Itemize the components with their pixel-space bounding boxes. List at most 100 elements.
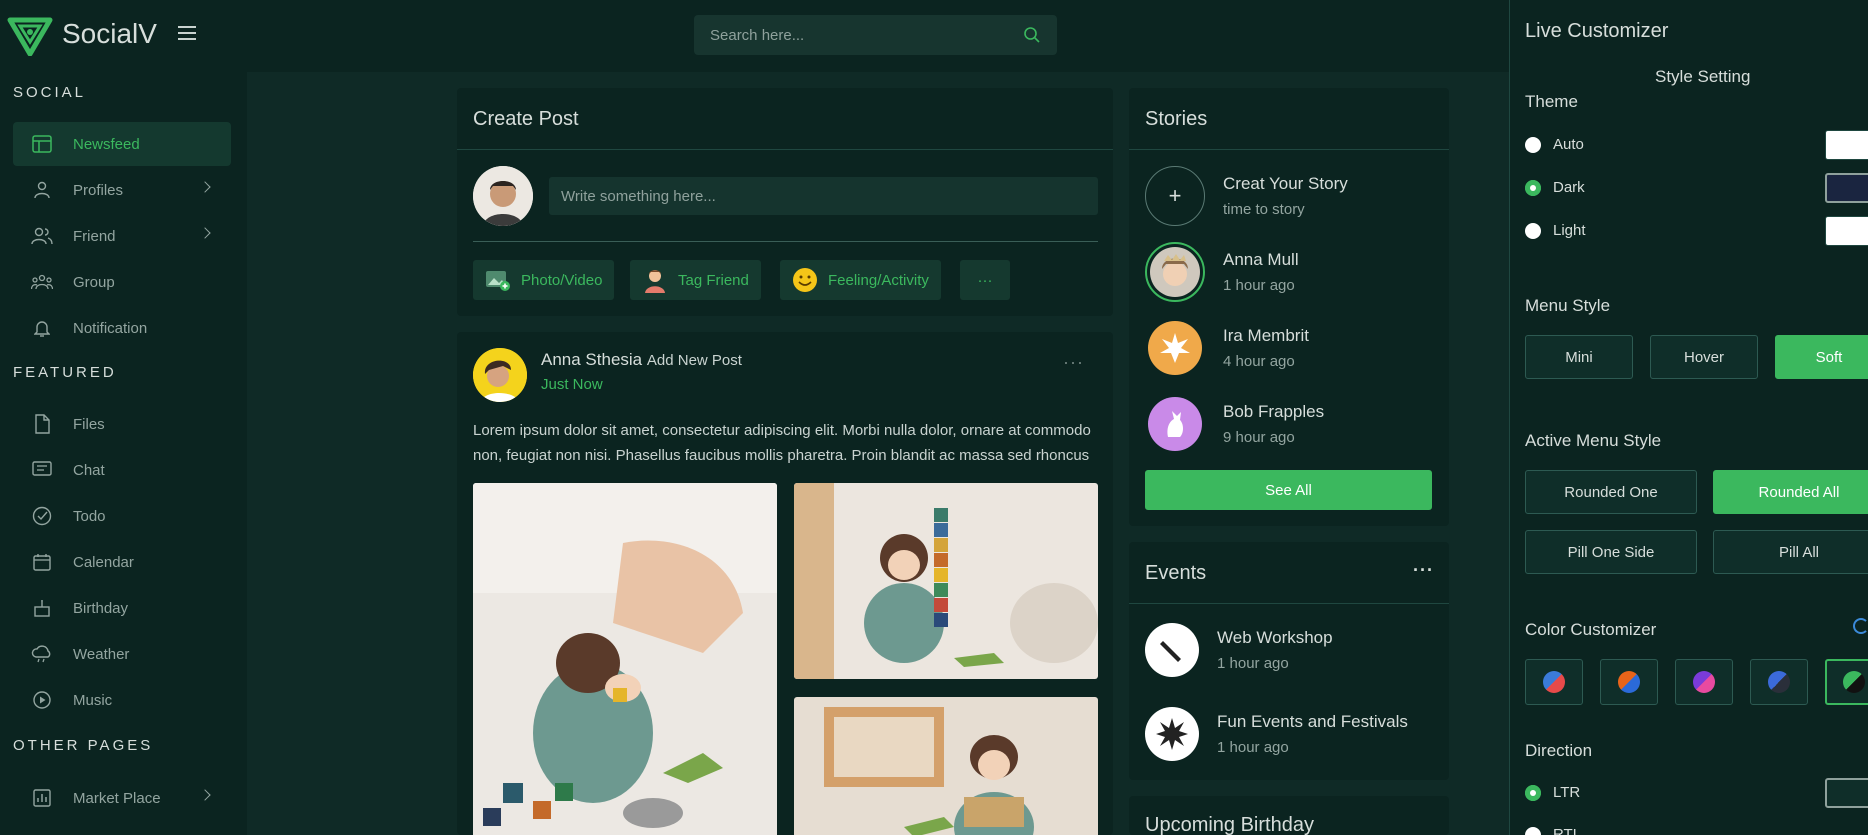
more-actions-button[interactable]: ··· — [960, 260, 1010, 300]
post-photo-3[interactable] — [794, 697, 1098, 835]
rounded-one-button[interactable]: Rounded One — [1525, 470, 1697, 514]
sidebar-item-music[interactable]: Music — [13, 678, 231, 722]
avatar-man-icon — [473, 166, 533, 226]
user-avatar[interactable] — [473, 166, 533, 226]
sidebar-section-social: SOCIAL — [13, 84, 87, 101]
color-swatch-4[interactable] — [1750, 659, 1808, 705]
story-name: Ira Membrit — [1223, 326, 1309, 345]
sidebar-item-friend[interactable]: Friend — [13, 214, 231, 258]
rounded-all-button[interactable]: Rounded All — [1713, 470, 1868, 514]
sidebar-section-other-pages: OTHER PAGES — [13, 737, 154, 754]
event-sub: 1 hour ago — [1217, 739, 1289, 756]
sidebar-item-newsfeed[interactable]: Newsfeed — [13, 122, 231, 166]
search-input[interactable] — [710, 26, 1023, 44]
radio-icon[interactable] — [1525, 222, 1541, 239]
story-sub: time to story — [1223, 201, 1305, 218]
divider — [457, 149, 1113, 150]
direction-option-ltr[interactable]: LTR — [1525, 784, 1580, 801]
socialv-logo-icon — [7, 17, 53, 56]
sidebar-item-weather[interactable]: Weather — [13, 632, 231, 676]
direction-option-rtl[interactable]: RTL — [1525, 826, 1581, 835]
color-swatch-3[interactable] — [1675, 659, 1733, 705]
story-sub: 1 hour ago — [1223, 277, 1295, 294]
birthday-card: Upcoming Birthday — [1129, 796, 1449, 835]
events-card: Events ··· Web Workshop 1 hour ago Fun E… — [1129, 542, 1449, 780]
see-all-button[interactable]: See All — [1145, 470, 1432, 510]
post-input[interactable] — [561, 187, 1086, 205]
story-anna-mull[interactable]: Anna Mull 1 hour ago — [1145, 242, 1299, 302]
swatch-dot — [1768, 671, 1790, 693]
story-create[interactable]: + Creat Your Story time to story — [1145, 166, 1348, 226]
sidebar-item-market-place[interactable]: Market Place — [13, 776, 231, 820]
menu-style-mini-button[interactable]: Mini — [1525, 335, 1633, 379]
color-customizer-heading: Color Customizer — [1525, 620, 1657, 639]
stories-title: Stories — [1145, 108, 1208, 130]
sidebar-item-profiles[interactable]: Profiles — [13, 168, 231, 212]
color-swatch-2[interactable] — [1600, 659, 1658, 705]
post-action: Add New Post — [646, 352, 742, 369]
post-photo-2[interactable] — [794, 483, 1098, 679]
menu-toggle-icon[interactable] — [178, 26, 196, 42]
sidebar-item-label: Files — [73, 415, 105, 433]
pill-all-button[interactable]: Pill All — [1713, 530, 1868, 574]
color-swatch-1[interactable] — [1525, 659, 1583, 705]
event-sub: 1 hour ago — [1217, 655, 1289, 672]
photo-video-button[interactable]: Photo/Video — [473, 260, 615, 300]
radio-icon[interactable] — [1525, 826, 1541, 835]
post-author-avatar[interactable] — [473, 348, 527, 402]
story-bob-frapples[interactable]: Bob Frapples 9 hour ago — [1145, 394, 1324, 454]
pencil-icon — [1145, 623, 1199, 677]
events-menu-icon[interactable]: ··· — [1413, 560, 1434, 581]
radio-icon[interactable] — [1525, 136, 1541, 153]
sidebar: SOCIAL Newsfeed Profiles Friend Group No… — [0, 72, 247, 835]
radio-checked-icon[interactable] — [1525, 179, 1541, 196]
sidebar-item-files[interactable]: Files — [13, 402, 231, 446]
theme-light-preview[interactable] — [1825, 216, 1868, 246]
chevron-right-icon — [199, 789, 211, 801]
search-bar — [694, 15, 1057, 55]
sidebar-item-label: Birthday — [73, 599, 129, 617]
child-blocks-photo-icon — [794, 483, 1098, 679]
sidebar-item-birthday[interactable]: Birthday — [13, 586, 231, 630]
tag-friend-button[interactable]: Tag Friend — [630, 260, 761, 300]
chart-icon — [31, 787, 53, 809]
smiley-icon — [792, 267, 818, 293]
friends-icon — [31, 225, 53, 247]
story-ira-membrit[interactable]: Ira Membrit 4 hour ago — [1145, 318, 1309, 378]
sidebar-item-group[interactable]: Group — [13, 260, 231, 304]
menu-style-hover-button[interactable]: Hover — [1650, 335, 1758, 379]
sidebar-section-featured: FEATURED — [13, 364, 117, 381]
color-swatch-5[interactable] — [1825, 659, 1868, 705]
theme-auto-preview[interactable] — [1825, 130, 1868, 160]
sidebar-item-calendar[interactable]: Calendar — [13, 540, 231, 584]
post-input-wrapper — [549, 177, 1098, 215]
event-web-workshop[interactable]: Web Workshop 1 hour ago — [1145, 623, 1333, 677]
post-menu-icon[interactable]: ··· — [1063, 352, 1084, 373]
sidebar-item-todo[interactable]: Todo — [13, 494, 231, 538]
swatch-dot — [1618, 671, 1640, 693]
theme-heading: Theme — [1525, 92, 1578, 111]
event-fun-festivals[interactable]: Fun Events and Festivals 1 hour ago — [1145, 707, 1408, 761]
search-icon[interactable] — [1023, 26, 1041, 44]
app-logo[interactable]: SocialV — [6, 12, 157, 56]
calendar-icon — [31, 551, 53, 573]
sidebar-item-notification[interactable]: Notification — [13, 306, 231, 350]
theme-option-auto[interactable]: Auto — [1525, 136, 1584, 153]
theme-option-light[interactable]: Light — [1525, 222, 1586, 239]
birthday-title: Upcoming Birthday — [1145, 814, 1314, 835]
cloud-icon — [31, 643, 53, 665]
active-menu-style-heading: Active Menu Style — [1525, 431, 1662, 450]
direction-ltr-preview[interactable] — [1825, 778, 1868, 808]
sidebar-item-chat[interactable]: Chat — [13, 448, 231, 492]
theme-option-dark[interactable]: Dark — [1525, 179, 1585, 196]
pill-one-side-button[interactable]: Pill One Side — [1525, 530, 1697, 574]
story-avatar — [1145, 242, 1205, 302]
post-author-name[interactable]: Anna Sthesia — [541, 350, 642, 369]
radio-checked-icon[interactable] — [1525, 784, 1541, 801]
post-photo-1[interactable] — [473, 483, 777, 835]
reset-icon[interactable] — [1853, 618, 1868, 634]
feeling-activity-button[interactable]: Feeling/Activity — [780, 260, 941, 300]
theme-dark-preview[interactable] — [1825, 173, 1868, 203]
menu-style-soft-button[interactable]: Soft — [1775, 335, 1868, 379]
sidebar-item-label: Friend — [73, 227, 116, 245]
